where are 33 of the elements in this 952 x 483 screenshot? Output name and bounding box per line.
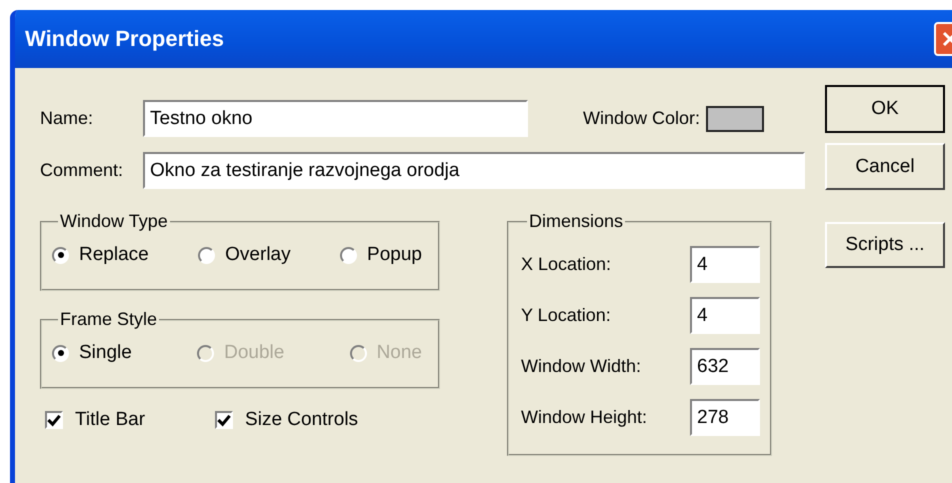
comment-label: Comment: (40, 160, 124, 181)
radio-option[interactable]: Replace (52, 244, 149, 266)
field-label: Window Width: (521, 356, 642, 377)
group-label: Frame Style (59, 309, 158, 330)
checkbox-option[interactable]: Title Bar (45, 409, 146, 431)
dialog-button[interactable]: Scripts ... (825, 222, 945, 268)
checkbox-icon[interactable] (215, 411, 234, 429)
group-label: Dimensions (528, 211, 624, 232)
number-field[interactable]: 4 (690, 297, 760, 334)
field-label: Window Height: (521, 407, 648, 428)
group-label: Window Type (59, 211, 169, 232)
radio-icon[interactable] (198, 246, 216, 264)
radio-icon[interactable] (52, 246, 69, 264)
comment-field[interactable]: Okno za testiranje razvojnega orodja (143, 152, 805, 189)
radio-icon[interactable] (340, 246, 358, 264)
color-swatch[interactable] (706, 106, 764, 132)
field-label: X Location: (521, 254, 612, 275)
window-color-label: Window Color: (583, 108, 700, 129)
checkbox-option[interactable]: Size Controls (215, 409, 358, 431)
radio-option[interactable]: Single (52, 342, 132, 364)
dialog-button[interactable]: OK (825, 85, 945, 133)
number-field[interactable]: 278 (690, 399, 760, 436)
radio-option[interactable]: Popup (340, 244, 422, 266)
field-label: Y Location: (521, 305, 611, 326)
number-field[interactable]: 4 (690, 246, 760, 283)
checkbox-icon[interactable] (45, 411, 63, 429)
number-field[interactable]: 632 (690, 348, 760, 385)
name-label: Name: (40, 108, 94, 129)
window-title: Window Properties (24, 26, 224, 52)
radio-option[interactable]: Overlay (198, 244, 291, 266)
name-field[interactable]: Testno okno (143, 100, 528, 137)
radio-icon[interactable] (52, 344, 69, 362)
dialog-button[interactable]: Cancel (825, 143, 945, 190)
